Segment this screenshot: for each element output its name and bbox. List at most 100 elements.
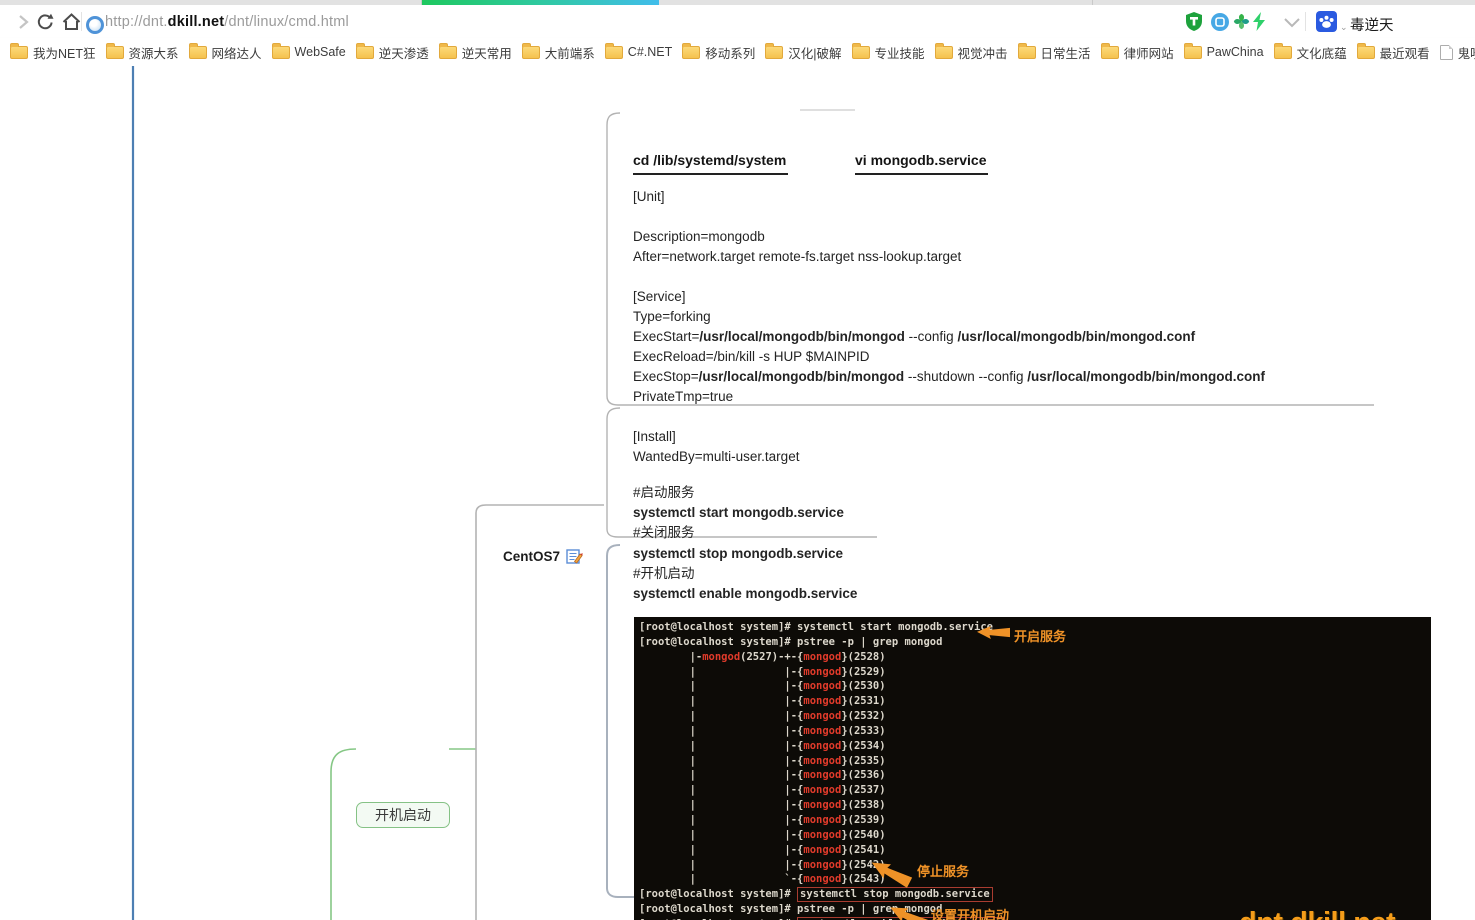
bookmarks-bar: 我为NET狂 资源大系 网络达人 WebSafe 逆天渗透 逆天常用大前端系 C#.NET 移… [0, 38, 1475, 67]
bookmark-item[interactable]: 网络达人 [189, 43, 262, 62]
terminal-row: | |-{mongod}(2530) [639, 679, 1431, 694]
terminal-row: | |-{mongod}(2531) [639, 694, 1431, 709]
folder-icon [10, 46, 28, 59]
terminal-row: | |-{mongod}(2532) [639, 709, 1431, 724]
bookmark-item[interactable]: 视觉冲击 [935, 43, 1008, 62]
command-line: #开机启动 [633, 564, 857, 584]
bookmark-item[interactable]: 逆天常用 [439, 43, 512, 62]
forward-icon[interactable] [15, 5, 31, 38]
title-vi-command[interactable]: vi mongodb.service [855, 152, 988, 175]
config-line [633, 207, 1265, 227]
folder-icon [272, 46, 290, 59]
terminal-row: | |-{mongod}(2535) [639, 754, 1431, 769]
config-line: PrivateTmp=true [633, 387, 1265, 407]
bookmark-item[interactable]: 文化底蕴 [1274, 43, 1347, 62]
folder-icon [1274, 46, 1292, 59]
chevron-down-icon[interactable] [1281, 5, 1303, 38]
paw-profile-icon[interactable] [1316, 5, 1337, 38]
url-domain: dkill.net [168, 14, 225, 30]
bookmark-item[interactable]: 资源大系 [106, 43, 179, 62]
bookmark-item[interactable]: 移动系列 [682, 43, 755, 62]
bookmark-item[interactable]: 律师网站 [1101, 43, 1174, 62]
terminal-row: | |-{mongod}(2534) [639, 739, 1431, 754]
node-boot-startup[interactable]: 开机启动 [356, 802, 450, 828]
bookmark-label: WebSafe [295, 45, 346, 59]
config-line [633, 407, 1265, 427]
notes-icon[interactable] [566, 548, 583, 565]
folder-icon [189, 46, 207, 59]
folder-icon [1184, 46, 1202, 59]
terminal-row: | |-{mongod}(2541) [639, 843, 1431, 858]
toolbar-separator [1305, 12, 1306, 31]
bookmark-label: 逆天渗透 [379, 43, 429, 62]
bookmark-item[interactable]: PawChina [1184, 45, 1264, 59]
home-icon[interactable] [61, 5, 82, 38]
bookmark-label: 鬼吹灯之精绝 [1458, 43, 1475, 62]
bookmark-item[interactable]: 大前端系 [522, 43, 595, 62]
bookmark-label: 律师网站 [1124, 43, 1174, 62]
terminal-row: | `-{mongod}(2543) [639, 872, 1431, 887]
node-boot-label: 开机启动 [375, 805, 431, 825]
bookmark-label: 我为NET狂 [33, 43, 96, 62]
terminal-body: [root@localhost system]# systemctl start… [639, 620, 1431, 920]
folder-icon [356, 46, 374, 59]
pinwheel-icon[interactable] [1233, 5, 1250, 38]
folder-icon [522, 46, 540, 59]
bookmark-label: 汉化|破解 [788, 43, 841, 62]
address-bar[interactable]: http://dnt.dkill.net/dnt/linux/cmd.html [105, 14, 349, 30]
terminal-row: | |-{mongod}(2538) [639, 798, 1431, 813]
bookmark-label: 网络达人 [212, 43, 262, 62]
bookmark-label: 最近观看 [1380, 43, 1430, 62]
bookmark-label: 专业技能 [875, 43, 925, 62]
bookmark-label: PawChina [1207, 45, 1264, 59]
node-centos7[interactable]: CentOS7 [503, 548, 583, 565]
bookmark-label: 逆天常用 [462, 43, 512, 62]
bookmark-item[interactable]: 汉化|破解 [765, 43, 841, 62]
command-line: #启动服务 [633, 483, 857, 503]
mindmap-canvas: CentOS7 开机启动 cd /lib/systemd/system vi m… [0, 66, 1475, 920]
highlighted-command: systemctl stop mongodb.service [797, 887, 993, 902]
bookmark-label: 文化底蕴 [1297, 43, 1347, 62]
config-line: [Unit] [633, 187, 1265, 207]
config-line: After=network.target remote-fs.target ns… [633, 247, 1265, 267]
bookmark-item[interactable]: 鬼吹灯之精绝 [1440, 43, 1475, 62]
lightning-icon[interactable] [1252, 5, 1266, 38]
folder-icon [682, 46, 700, 59]
command-line: #关闭服务 [633, 523, 857, 543]
bookmark-item[interactable]: WebSafe [272, 45, 346, 59]
bookmark-item[interactable]: 日常生活 [1018, 43, 1091, 62]
bookmark-label: 视觉冲击 [958, 43, 1008, 62]
bookmark-item[interactable]: 我为NET狂 [10, 43, 96, 62]
config-line: [Service] [633, 287, 1265, 307]
config-line: ExecReload=/bin/kill -s HUP $MAINPID [633, 347, 1265, 367]
terminal-row: | |-{mongod}(2539) [639, 813, 1431, 828]
config-line [633, 267, 1265, 287]
title-cd-command[interactable]: cd /lib/systemd/system [633, 152, 788, 175]
bookmark-item[interactable]: 逆天渗透 [356, 43, 429, 62]
command-line: systemctl stop mongodb.service [633, 544, 857, 564]
annotation-start-service: 开启服务 [1014, 626, 1066, 645]
page-icon [1440, 45, 1453, 60]
profile-chevron-icon[interactable]: ⌄ [1340, 22, 1348, 33]
folder-icon [1101, 46, 1119, 59]
bookmark-item[interactable]: 最近观看 [1357, 43, 1430, 62]
config-line: [Install] [633, 427, 1265, 447]
screenshot-circle-icon[interactable] [1210, 5, 1230, 38]
annotation-stop-service: 停止服务 [917, 861, 969, 880]
bookmark-label: 移动系列 [705, 43, 755, 62]
bookmark-label: 资源大系 [129, 43, 179, 62]
config-line: WantedBy=multi-user.target [633, 447, 1265, 467]
folder-icon [852, 46, 870, 59]
bookmark-item[interactable]: C#.NET [605, 45, 672, 59]
shield-icon[interactable] [1184, 5, 1204, 38]
url-path: /dnt/linux/cmd.html [224, 14, 349, 30]
config-line: ExecStop=/usr/local/mongodb/bin/mongod -… [633, 367, 1265, 387]
config-line: Description=mongodb [633, 227, 1265, 247]
refresh-icon[interactable] [35, 5, 55, 38]
terminal-row: | |-{mongod}(2529) [639, 665, 1431, 680]
terminal-row: | |-{mongod}(2540) [639, 828, 1431, 843]
profile-name[interactable]: 毒逆天 [1350, 14, 1394, 35]
bookmark-label: C#.NET [628, 45, 672, 59]
bookmark-item[interactable]: 专业技能 [852, 43, 925, 62]
folder-icon [106, 46, 124, 59]
